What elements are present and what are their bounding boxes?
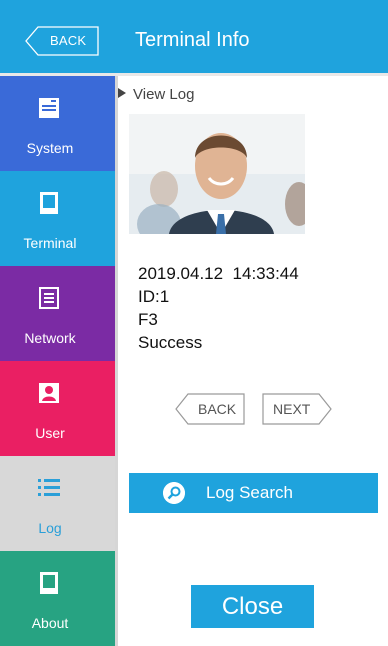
terminal-icon <box>40 192 58 214</box>
list-icon <box>38 479 60 496</box>
log-key: F3 <box>138 310 158 329</box>
pager-next-button[interactable]: NEXT <box>261 393 335 425</box>
sidebar-item-label: Terminal <box>23 235 77 251</box>
triangle-icon <box>118 88 126 98</box>
log-details: 2019.04.12 14:33:44 ID:1 F3 Success <box>138 262 299 354</box>
sidebar-item-label: System <box>26 140 74 156</box>
about-icon <box>40 572 58 594</box>
sidebar-item-about[interactable]: About <box>0 551 115 646</box>
sidebar-item-label: Log <box>38 520 62 536</box>
pager-next-label: NEXT <box>273 401 311 417</box>
section-heading: View Log <box>118 86 194 103</box>
user-icon <box>39 383 59 403</box>
sidebar-item-log[interactable]: Log <box>0 456 115 551</box>
pager-back-label: BACK <box>198 401 237 417</box>
log-user-id: ID:1 <box>138 287 170 306</box>
back-button[interactable]: BACK <box>24 26 100 56</box>
back-button-label: BACK <box>50 33 87 48</box>
pager-back-button[interactable]: BACK <box>174 393 246 425</box>
log-status: Success <box>138 333 203 352</box>
section-title: View Log <box>133 86 195 103</box>
sidebar-item-label: About <box>31 615 69 631</box>
main-content: View Log 2019.04.12 14:33:44 ID:1 F3 Suc… <box>118 76 388 646</box>
system-icon <box>39 98 59 118</box>
sidebar-item-label: Network <box>24 330 76 346</box>
sidebar-item-terminal[interactable]: Terminal <box>0 171 115 266</box>
sidebar-item-network[interactable]: Network <box>0 266 115 361</box>
sidebar-item-system[interactable]: System <box>0 76 115 171</box>
log-photo <box>129 114 305 234</box>
sidebar: System Terminal Network User Log About <box>0 76 115 646</box>
log-datetime: 2019.04.12 14:33:44 <box>138 264 299 283</box>
page-title: Terminal Info <box>135 29 250 51</box>
network-icon <box>39 287 59 309</box>
sidebar-item-label: User <box>35 425 65 441</box>
close-button[interactable]: Close <box>191 585 314 628</box>
header-bar: BACK Terminal Info <box>0 0 388 76</box>
search-icon <box>163 482 185 504</box>
sidebar-item-user[interactable]: User <box>0 361 115 456</box>
log-search-label: Log Search <box>206 483 293 502</box>
log-search-button[interactable]: Log Search <box>129 473 378 513</box>
person-photo-image <box>129 114 305 234</box>
